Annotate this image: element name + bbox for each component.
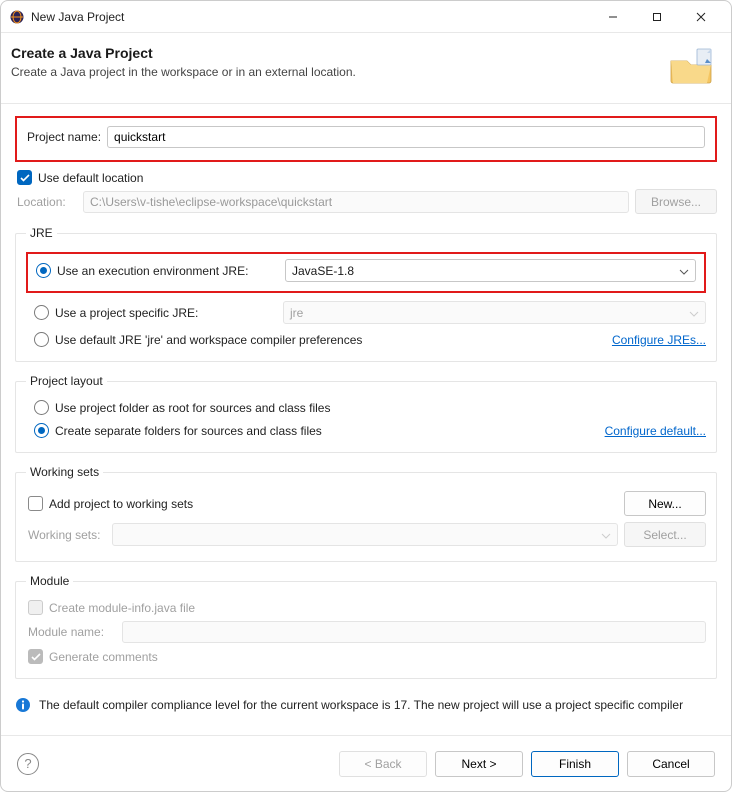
default-jre-label: Use default JRE 'jre' and workspace comp… xyxy=(55,333,362,347)
working-sets-label: Working sets: xyxy=(28,528,106,542)
minimize-button[interactable] xyxy=(591,3,635,31)
cancel-button[interactable]: Cancel xyxy=(627,751,715,777)
titlebar: New Java Project xyxy=(1,1,731,33)
page-title: Create a Java Project xyxy=(11,45,356,61)
jre-legend: JRE xyxy=(26,226,57,240)
exec-env-radio[interactable] xyxy=(36,263,51,278)
project-specific-value: jre xyxy=(290,306,303,320)
working-sets-legend: Working sets xyxy=(26,465,103,479)
new-working-set-button[interactable]: New... xyxy=(624,491,706,516)
jre-group: JRE Use an execution environment JRE: Ja… xyxy=(15,226,717,362)
info-icon xyxy=(15,697,31,713)
jre-highlight: Use an execution environment JRE: JavaSE… xyxy=(26,252,706,293)
project-name-highlight: Project name: xyxy=(15,116,717,162)
project-specific-radio[interactable] xyxy=(34,305,49,320)
chevron-down-icon xyxy=(601,528,611,542)
finish-button[interactable]: Finish xyxy=(531,751,619,777)
wizard-header: Create a Java Project Create a Java proj… xyxy=(1,33,731,104)
close-button[interactable] xyxy=(679,3,723,31)
module-name-input xyxy=(122,621,706,643)
create-module-info-label: Create module-info.java file xyxy=(49,601,195,615)
back-button: < Back xyxy=(339,751,427,777)
project-name-input[interactable] xyxy=(107,126,705,148)
info-message: The default compiler compliance level fo… xyxy=(1,685,731,726)
layout-legend: Project layout xyxy=(26,374,107,388)
exec-env-select[interactable]: JavaSE-1.8 xyxy=(285,259,696,282)
chevron-down-icon xyxy=(689,306,699,320)
project-specific-select: jre xyxy=(283,301,706,324)
generate-comments-checkbox xyxy=(28,649,43,664)
configure-default-link[interactable]: Configure default... xyxy=(605,424,706,438)
layout-root-label: Use project folder as root for sources a… xyxy=(55,401,330,415)
next-button[interactable]: Next > xyxy=(435,751,523,777)
folder-icon xyxy=(667,45,715,87)
layout-separate-label: Create separate folders for sources and … xyxy=(55,424,322,438)
use-default-location-label: Use default location xyxy=(38,171,143,185)
module-group: Module Create module-info.java file Modu… xyxy=(15,574,717,679)
working-sets-select xyxy=(112,523,618,546)
page-subtitle: Create a Java project in the workspace o… xyxy=(11,65,356,79)
default-jre-radio[interactable] xyxy=(34,332,49,347)
chevron-down-icon xyxy=(679,264,689,278)
project-name-label: Project name: xyxy=(27,130,101,144)
configure-jres-link[interactable]: Configure JREs... xyxy=(612,333,706,347)
info-text: The default compiler compliance level fo… xyxy=(39,697,683,714)
project-layout-group: Project layout Use project folder as roo… xyxy=(15,374,717,453)
use-default-location-checkbox[interactable] xyxy=(17,170,32,185)
eclipse-icon xyxy=(9,9,25,25)
add-working-sets-checkbox[interactable] xyxy=(28,496,43,511)
create-module-info-checkbox xyxy=(28,600,43,615)
window-title: New Java Project xyxy=(31,10,124,24)
generate-comments-label: Generate comments xyxy=(49,650,158,664)
browse-button: Browse... xyxy=(635,189,717,214)
wizard-footer: ? < Back Next > Finish Cancel xyxy=(1,735,731,791)
layout-separate-radio[interactable] xyxy=(34,423,49,438)
project-specific-label: Use a project specific JRE: xyxy=(55,306,277,320)
location-label: Location: xyxy=(17,195,77,209)
exec-env-value: JavaSE-1.8 xyxy=(292,264,354,278)
module-name-label: Module name: xyxy=(28,625,116,639)
working-sets-group: Working sets Add project to working sets… xyxy=(15,465,717,562)
add-working-sets-label: Add project to working sets xyxy=(49,497,193,511)
location-input xyxy=(83,191,629,213)
module-legend: Module xyxy=(26,574,73,588)
layout-root-radio[interactable] xyxy=(34,400,49,415)
help-button[interactable]: ? xyxy=(17,753,39,775)
exec-env-label: Use an execution environment JRE: xyxy=(57,264,279,278)
maximize-button[interactable] xyxy=(635,3,679,31)
select-working-set-button: Select... xyxy=(624,522,706,547)
